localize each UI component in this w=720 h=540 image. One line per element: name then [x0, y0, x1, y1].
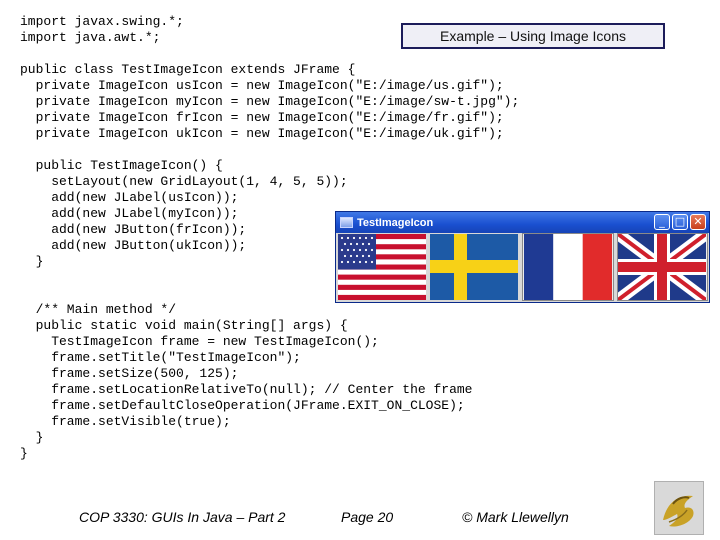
slide-title: Example – Using Image Icons [401, 23, 665, 49]
footer-course: COP 3330: GUIs In Java – Part 2 [79, 509, 286, 525]
code-line: frame.setVisible(true); [20, 414, 231, 429]
france-flag-icon [523, 234, 612, 300]
code-line: add(new JButton(ukIcon)); [20, 238, 247, 253]
code-line: frame.setTitle("TestImageIcon"); [20, 350, 301, 365]
swing-window: TestImageIcon _ □ ✕ [335, 211, 710, 303]
code-line: public TestImageIcon() { [20, 158, 223, 173]
window-title: TestImageIcon [357, 216, 434, 229]
code-line: private ImageIcon usIcon = new ImageIcon… [20, 78, 504, 93]
slide: import javax.swing.*; import java.awt.*;… [0, 0, 720, 540]
uk-icon-button[interactable] [616, 233, 708, 301]
code-line: private ImageIcon myIcon = new ImageIcon… [20, 94, 520, 109]
code-line: frame.setLocationRelativeTo(null); // Ce… [20, 382, 473, 397]
us-icon-label [337, 233, 427, 301]
code-line: frame.setSize(500, 125); [20, 366, 239, 381]
window-titlebar[interactable]: TestImageIcon _ □ ✕ [336, 212, 709, 233]
minimize-button[interactable]: _ [654, 214, 670, 230]
sweden-icon-label [430, 233, 520, 301]
code-line: import java.awt.*; [20, 30, 161, 45]
grid-layout [337, 233, 708, 301]
footer-author: © Mark Llewellyn [462, 509, 569, 525]
code-line: } [20, 446, 28, 461]
footer-page-number: Page 20 [341, 509, 394, 525]
uk-flag-icon [618, 234, 707, 300]
ucf-pegasus-logo [654, 481, 704, 535]
code-line: private ImageIcon ukIcon = new ImageIcon… [20, 126, 504, 141]
code-line: private ImageIcon frIcon = new ImageIcon… [20, 110, 504, 125]
code-line: } [20, 430, 44, 445]
france-icon-button[interactable] [522, 233, 614, 301]
slide-footer: COP 3330: GUIs In Java – Part 2 Page 20 … [0, 490, 720, 540]
code-line: add(new JLabel(myIcon)); [20, 206, 239, 221]
code-line: setLayout(new GridLayout(1, 4, 5, 5)); [20, 174, 348, 189]
us-flag-icon [337, 234, 426, 300]
maximize-button[interactable]: □ [672, 214, 688, 230]
close-button[interactable]: ✕ [690, 214, 706, 230]
code-line: frame.setDefaultCloseOperation(JFrame.EX… [20, 398, 465, 413]
code-line: add(new JLabel(usIcon)); [20, 190, 239, 205]
code-line: add(new JButton(frIcon)); [20, 222, 247, 237]
sweden-flag-icon [430, 234, 519, 300]
code-line: TestImageIcon frame = new TestImageIcon(… [20, 334, 379, 349]
code-line: /** Main method */ [20, 302, 177, 317]
pegasus-logo-icon [663, 495, 694, 527]
code-line: public static void main(String[] args) { [20, 318, 348, 333]
app-icon [340, 217, 353, 228]
code-line: } [20, 254, 44, 269]
code-line: public class TestImageIcon extends JFram… [20, 62, 356, 77]
code-line: import javax.swing.*; [20, 14, 184, 29]
